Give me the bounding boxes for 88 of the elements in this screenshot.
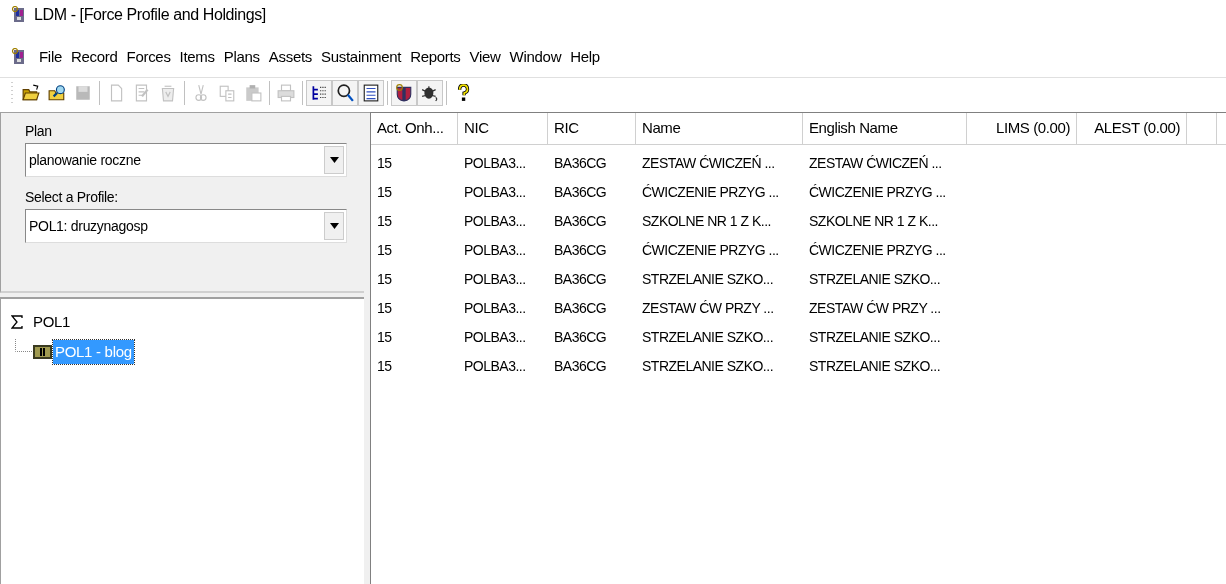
- paste-icon: [244, 84, 262, 102]
- table-cell-text: 15: [376, 154, 393, 173]
- table-cell-text: ĆWICZENIE PRZYG ...: [808, 241, 947, 260]
- caret-icon: [329, 223, 339, 229]
- menu-item[interactable]: Forces: [122, 45, 175, 69]
- caret-icon: [329, 157, 339, 163]
- table-cell-text: ĆWICZENIE PRZYG ...: [641, 183, 780, 202]
- menu-item[interactable]: Assets: [264, 45, 317, 69]
- column-header[interactable]: NIC: [458, 113, 548, 144]
- table-cell-text: 15: [376, 328, 393, 347]
- menu-item[interactable]: Record: [67, 45, 122, 69]
- menu-item[interactable]: View: [465, 45, 505, 69]
- profile-label: Select a Profile:: [25, 188, 119, 207]
- bug-button[interactable]: [417, 80, 443, 106]
- search-button[interactable]: [332, 80, 358, 106]
- table-cell-text: POLBA3...: [463, 270, 527, 289]
- menu-item[interactable]: Reports: [406, 45, 465, 69]
- window-title: LDM - [Force Profile and Holdings]: [34, 5, 266, 25]
- table-cell-text: POLBA3...: [463, 154, 527, 173]
- menu-item[interactable]: File: [35, 45, 66, 69]
- table-cell-text: BA36CG: [553, 270, 608, 289]
- column-header[interactable]: English Name: [803, 113, 967, 144]
- table-cell-text: ĆWICZENIE PRZYG ...: [808, 183, 947, 202]
- sigma-icon: [11, 315, 23, 329]
- shield-icon: [395, 84, 413, 102]
- table-cell-text: POLBA3...: [463, 183, 527, 202]
- bug-icon: [421, 84, 439, 102]
- table-cell-text: POLBA3...: [463, 241, 527, 260]
- table-cell-text: ZESTAW ĆWICZEŃ ...: [808, 154, 943, 173]
- table-cell-text: 15: [376, 270, 393, 289]
- table-cell-text: STRZELANIE SZKO...: [808, 328, 942, 347]
- search-icon: [336, 84, 354, 102]
- column-header[interactable]: LIMS (0.00): [967, 113, 1077, 144]
- list-icon: [362, 84, 380, 102]
- table-cell-text: STRZELANIE SZKO...: [808, 270, 942, 289]
- save-icon: [74, 84, 92, 102]
- profile-dropdown[interactable]: POL1: druzynagosp: [25, 209, 347, 243]
- table-cell-text: BA36CG: [553, 299, 608, 318]
- table-cell-text: STRZELANIE SZKO...: [641, 357, 775, 376]
- menu-item[interactable]: Window: [505, 45, 566, 69]
- table-cell-text: 15: [376, 241, 393, 260]
- unit-icon: [33, 344, 53, 360]
- printer-icon: [277, 84, 295, 102]
- shield-button[interactable]: [391, 80, 417, 106]
- table-cell-text: POLBA3...: [463, 212, 527, 231]
- trash-icon: [159, 84, 177, 102]
- menu-item[interactable]: Plans: [219, 45, 264, 69]
- menu-item[interactable]: Items: [175, 45, 219, 69]
- tree-item[interactable]: POL1: [31, 310, 73, 334]
- table-cell-text: BA36CG: [553, 241, 608, 260]
- table-cell-text: POLBA3...: [463, 299, 527, 318]
- copy-icon: [218, 84, 236, 102]
- tree-view-icon: [310, 84, 328, 102]
- tree-connector: [15, 339, 33, 352]
- table-cell-text: SZKOLNE NR 1 Z K...: [808, 212, 939, 231]
- table-cell-text: POLBA3...: [463, 357, 527, 376]
- plan-dropdown[interactable]: planowanie roczne: [25, 143, 347, 177]
- column-header[interactable]: Name: [636, 113, 803, 144]
- table-cell-text: 15: [376, 357, 393, 376]
- menu-item[interactable]: Sustainment: [317, 45, 406, 69]
- column-header[interactable]: ALEST (0.00): [1077, 113, 1187, 144]
- table-cell-text: BA36CG: [553, 154, 608, 173]
- table-cell-text: SZKOLNE NR 1 Z K...: [641, 212, 772, 231]
- table-cell-text: ZESTAW ĆW PRZY ...: [641, 299, 775, 318]
- table-cell-text: ĆWICZENIE PRZYG ...: [641, 241, 780, 260]
- table-cell-text: 15: [376, 299, 393, 318]
- table-cell-text: 15: [376, 212, 393, 231]
- menu-item[interactable]: Help: [566, 45, 604, 69]
- table-cell-text: ZESTAW ĆW PRZY ...: [808, 299, 942, 318]
- column-header[interactable]: Act. Onh...: [371, 113, 458, 144]
- table-cell-text: ZESTAW ĆWICZEŃ ...: [641, 154, 776, 173]
- table-cell-text: STRZELANIE SZKO...: [641, 270, 775, 289]
- table-cell-text: BA36CG: [553, 212, 608, 231]
- table-cell-text: STRZELANIE SZKO...: [641, 328, 775, 347]
- table-cell-text: STRZELANIE SZKO...: [808, 357, 942, 376]
- cut-icon: [192, 84, 210, 102]
- edit-document-icon: [133, 84, 151, 102]
- folder-search-icon: [48, 84, 66, 102]
- plan-label: Plan: [25, 122, 53, 141]
- column-header[interactable]: RIC: [548, 113, 636, 144]
- table-cell-text: BA36CG: [553, 328, 608, 347]
- list-button[interactable]: [358, 80, 384, 106]
- tree-view-button[interactable]: [306, 80, 332, 106]
- open-folder-icon: [22, 84, 40, 102]
- table-cell-text: BA36CG: [553, 183, 608, 202]
- table-cell-text: 15: [376, 183, 393, 202]
- table-cell-text: BA36CG: [553, 357, 608, 376]
- table-cell-text: POLBA3...: [463, 328, 527, 347]
